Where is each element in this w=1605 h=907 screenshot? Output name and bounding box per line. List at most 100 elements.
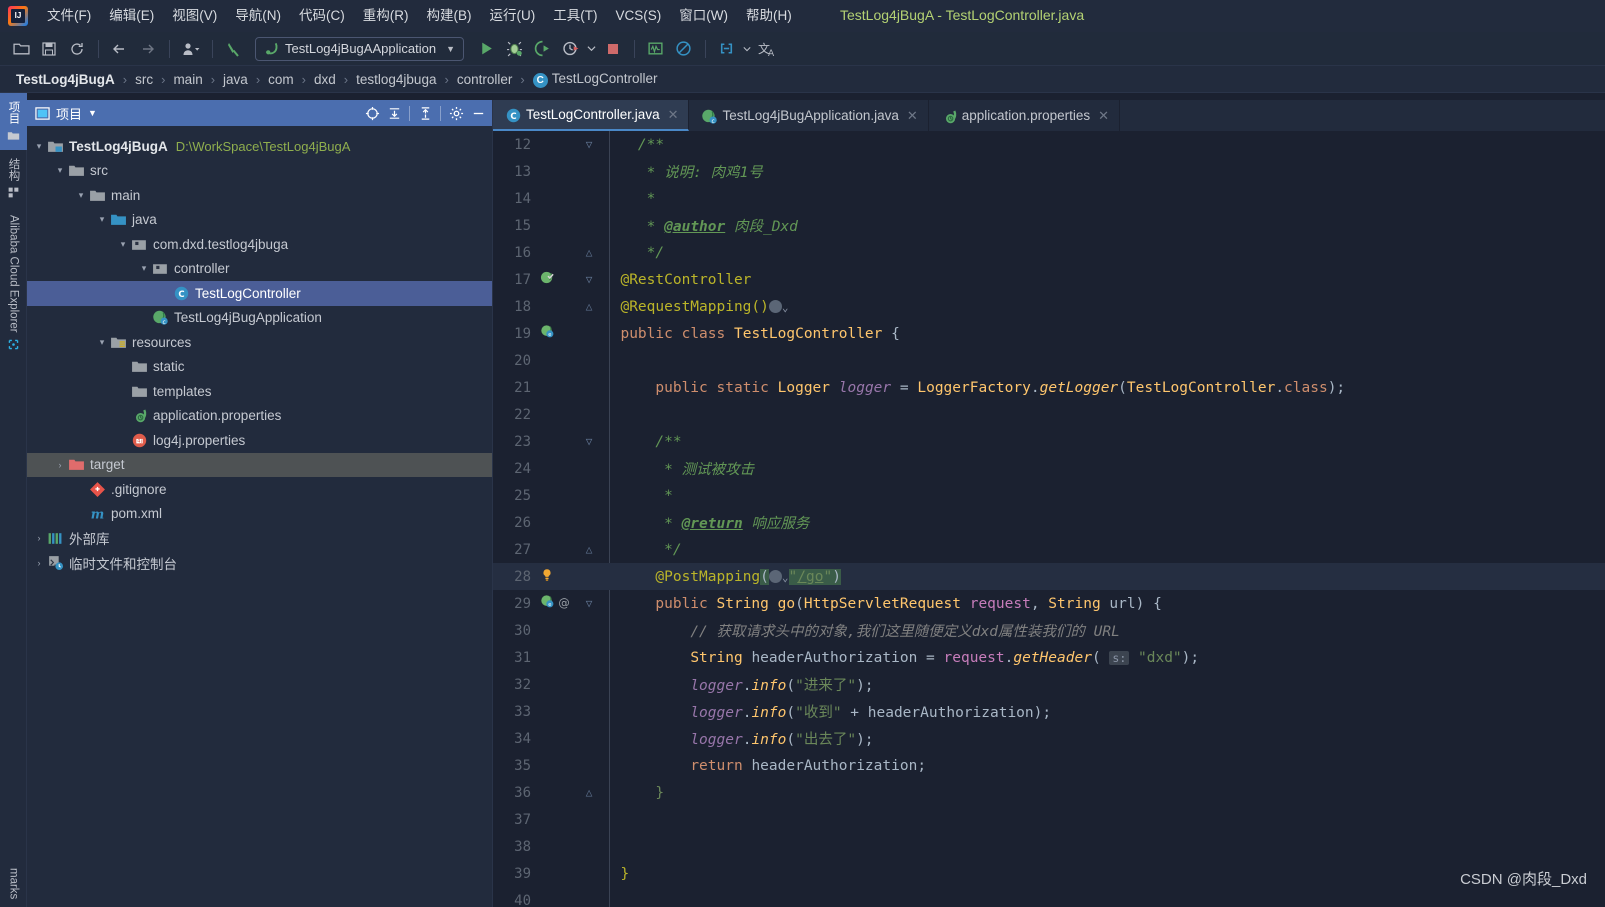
editor-gutter[interactable]: e: [537, 324, 581, 343]
intention-bulb-icon[interactable]: [540, 567, 554, 587]
code-fold-toggle-icon[interactable]: ▽: [581, 597, 597, 610]
rail-project[interactable]: 项目: [0, 93, 27, 150]
profile-user-icon[interactable]: [178, 36, 204, 62]
menu-code[interactable]: 代码(C): [290, 3, 354, 29]
code-line[interactable]: 18 △ @RequestMapping() ⌄: [493, 293, 1605, 320]
tree-node-templates[interactable]: · templates: [27, 379, 492, 404]
stop-icon[interactable]: [600, 36, 626, 62]
web-endpoint-icon[interactable]: [768, 299, 782, 313]
tree-node-project-root[interactable]: ▾ TestLog4jBugA D:\WorkSpace\TestLog4jBugA: [27, 134, 492, 159]
code-line[interactable]: 36 △ }: [493, 779, 1605, 806]
chevron-down-icon[interactable]: ▼: [446, 44, 455, 54]
chevron-right-icon[interactable]: ›: [52, 460, 68, 470]
tab-application-properties[interactable]: application.properties ✕: [929, 100, 1121, 131]
breadcrumb-item-controller[interactable]: controller: [453, 72, 517, 87]
sync-refresh-icon[interactable]: [64, 36, 90, 62]
menu-run[interactable]: 运行(U): [481, 3, 545, 29]
back-arrow-icon[interactable]: [107, 36, 133, 62]
tree-node-pom-xml[interactable]: ·m pom.xml: [27, 502, 492, 527]
code-line[interactable]: 35 return headerAuthorization;: [493, 752, 1605, 779]
tab-testlog4jbugapplication-java[interactable]: c TestLog4jBugApplication.java ✕: [689, 100, 929, 131]
menu-edit[interactable]: 编辑(E): [100, 3, 163, 29]
code-line[interactable]: 12 ▽ /**: [493, 131, 1605, 158]
breadcrumb-item-src[interactable]: src: [131, 72, 157, 87]
tree-node-package-com-dxd-testlog4jbuga[interactable]: ▾ com.dxd.testlog4jbuga: [27, 232, 492, 257]
tree-node-package-controller[interactable]: ▾ controller: [27, 257, 492, 282]
code-line[interactable]: 21 public static Logger logger = LoggerF…: [493, 374, 1605, 401]
build-hammer-icon[interactable]: [221, 36, 247, 62]
run-icon[interactable]: [474, 36, 500, 62]
code-fold-toggle-icon[interactable]: △: [581, 786, 597, 799]
breadcrumb-item-testlog4jbuga[interactable]: TestLog4jBugA: [12, 72, 119, 87]
editor-scrollbar[interactable]: [1593, 231, 1605, 907]
chevron-down-icon[interactable]: ▾: [115, 239, 131, 250]
tree-node-scratches-and-consoles[interactable]: › 临时文件和控制台: [27, 551, 492, 576]
expand-all-icon[interactable]: [384, 103, 404, 123]
save-icon[interactable]: [36, 36, 62, 62]
rail-bookmarks[interactable]: marks: [0, 860, 27, 907]
tree-node-src[interactable]: ▾ src: [27, 159, 492, 184]
rail-alibaba-cloud-explorer[interactable]: Alibaba Cloud Explorer: [0, 207, 27, 359]
profiler-icon[interactable]: [558, 36, 584, 62]
collapse-all-icon[interactable]: [415, 103, 435, 123]
close-icon[interactable]: ✕: [1098, 108, 1109, 124]
code-line[interactable]: 28 @PostMapping(⌄"/go"): [493, 563, 1605, 590]
web-endpoint-icon[interactable]: [768, 569, 782, 583]
code-line[interactable]: 27 △ */: [493, 536, 1605, 563]
chevron-down-icon[interactable]: ▾: [31, 141, 47, 152]
menu-view[interactable]: 视图(V): [163, 3, 226, 29]
breadcrumb-item-testlog4jbuga[interactable]: testlog4jbuga: [352, 72, 440, 87]
gear-icon[interactable]: [446, 103, 466, 123]
code-line[interactable]: 39 }: [493, 860, 1605, 887]
menu-navigate[interactable]: 导航(N): [226, 3, 290, 29]
tree-node-external-libraries[interactable]: › 外部库: [27, 526, 492, 551]
code-line[interactable]: 31 String headerAuthorization = request.…: [493, 644, 1605, 671]
forward-arrow-icon[interactable]: [135, 36, 161, 62]
code-line[interactable]: 29 e @ ▽ public String go(HttpServletReques…: [493, 590, 1605, 617]
editor-gutter[interactable]: [537, 270, 581, 289]
code-line[interactable]: 24 * 测试被攻击: [493, 455, 1605, 482]
chevron-down-icon[interactable]: ▼: [88, 108, 97, 118]
menu-help[interactable]: 帮助(H): [737, 3, 801, 29]
code-line[interactable]: 19 e public class TestLogController {: [493, 320, 1605, 347]
code-line[interactable]: 30 // 获取请求头中的对象,我们这里随便定义dxd属性装我们的 URL: [493, 617, 1605, 644]
tree-node-java[interactable]: ▾ java: [27, 208, 492, 233]
menu-vcs[interactable]: VCS(S): [607, 3, 671, 29]
link-dropdown-icon[interactable]: [742, 36, 752, 62]
code-line[interactable]: 23 ▽ /**: [493, 428, 1605, 455]
code-fold-toggle-icon[interactable]: ▽: [581, 273, 597, 286]
code-line[interactable]: 15 * @author 肉段_Dxd: [493, 212, 1605, 239]
code-editor[interactable]: 12 ▽ /** 13 * 说明: 肉鸡1号 14 * 15 * @author 肉段_…: [493, 131, 1605, 907]
breadcrumb-item-com[interactable]: com: [264, 72, 298, 87]
chevron-right-icon[interactable]: ›: [31, 558, 47, 568]
code-line[interactable]: 26 * @return 响应服务: [493, 509, 1605, 536]
code-fold-toggle-icon[interactable]: △: [581, 300, 597, 313]
code-line[interactable]: 34 logger.info("出去了");: [493, 725, 1605, 752]
chevron-right-icon[interactable]: ›: [31, 533, 47, 543]
tree-node-target[interactable]: › target: [27, 452, 492, 477]
spring-bean-icon[interactable]: [540, 270, 555, 289]
link-icon[interactable]: [714, 36, 740, 62]
menu-file[interactable]: 文件(F): [38, 3, 100, 29]
code-line[interactable]: 38: [493, 833, 1605, 860]
run-configuration-selector[interactable]: TestLog4jBugAApplication ▼: [255, 36, 464, 61]
chevron-down-icon[interactable]: ▾: [94, 337, 110, 348]
code-fold-toggle-icon[interactable]: ▽: [581, 138, 597, 151]
breadcrumb-item-testlogcontroller[interactable]: C TestLogController: [529, 71, 662, 88]
project-panel-title-group[interactable]: 项目 ▼: [35, 104, 356, 123]
code-line[interactable]: 20: [493, 347, 1605, 374]
rail-structure[interactable]: 结构: [0, 150, 27, 207]
code-fold-toggle-icon[interactable]: ▽: [581, 435, 597, 448]
chevron-down-icon[interactable]: ▾: [136, 263, 152, 274]
chevron-down-icon[interactable]: ▾: [52, 165, 68, 176]
code-fold-toggle-icon[interactable]: △: [581, 246, 597, 259]
select-opened-file-icon[interactable]: [362, 103, 382, 123]
debug-icon[interactable]: [502, 36, 528, 62]
code-line[interactable]: 25 *: [493, 482, 1605, 509]
menu-build[interactable]: 构建(B): [418, 3, 481, 29]
menu-window[interactable]: 窗口(W): [670, 3, 737, 29]
breadcrumb-item-main[interactable]: main: [169, 72, 206, 87]
hide-icon[interactable]: [468, 103, 488, 123]
tree-node-testlog4jbugapplication[interactable]: · c TestLog4jBugApplication: [27, 306, 492, 331]
code-line[interactable]: 33 logger.info("收到" + headerAuthorizatio…: [493, 698, 1605, 725]
